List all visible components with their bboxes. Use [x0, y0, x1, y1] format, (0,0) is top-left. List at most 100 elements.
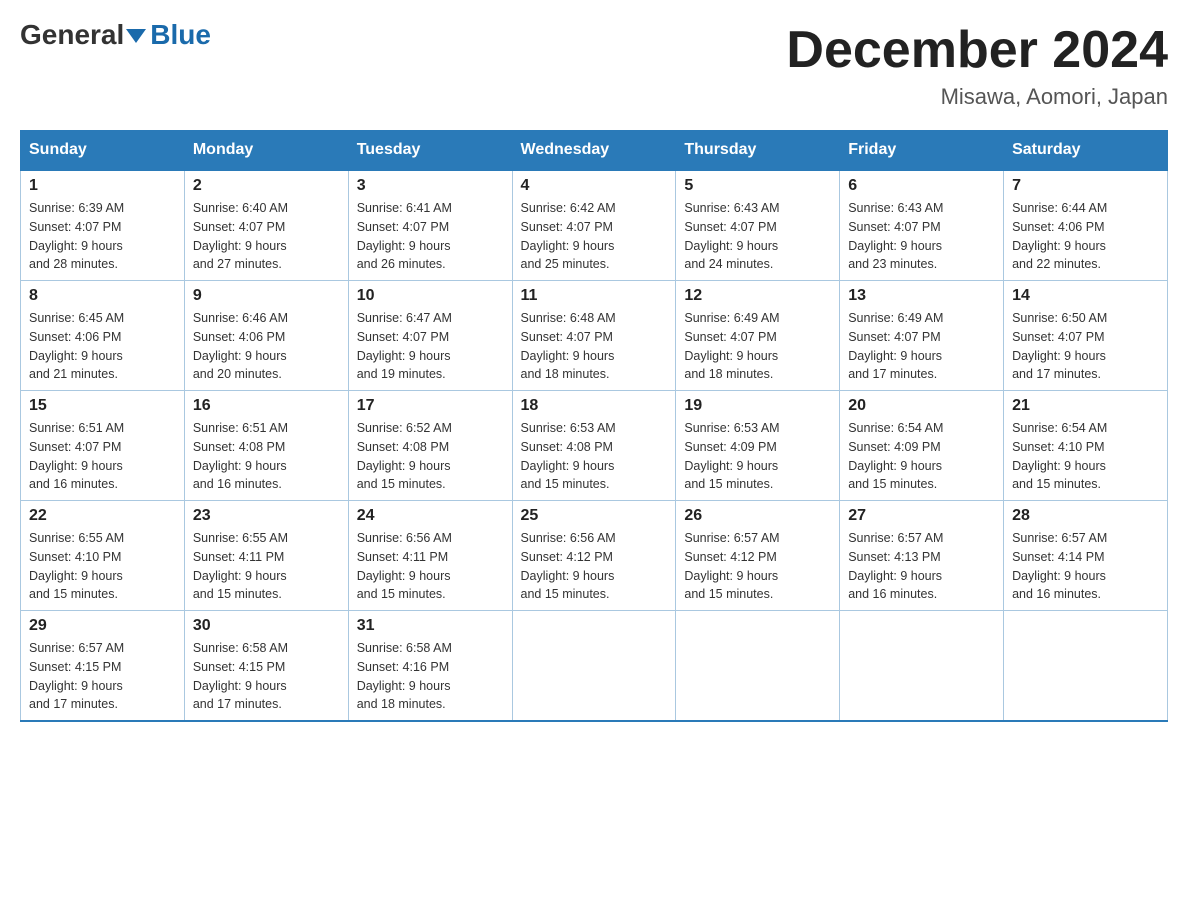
day-number: 11 — [521, 287, 668, 305]
day-info: Sunrise: 6:51 AM Sunset: 4:08 PM Dayligh… — [193, 419, 340, 494]
day-number: 17 — [357, 397, 504, 415]
title-section: December 2024 Misawa, Aomori, Japan — [786, 20, 1168, 110]
col-wednesday: Wednesday — [512, 131, 676, 171]
day-number: 8 — [29, 287, 176, 305]
day-info: Sunrise: 6:54 AM Sunset: 4:09 PM Dayligh… — [848, 419, 995, 494]
day-number: 1 — [29, 177, 176, 195]
table-row: 21 Sunrise: 6:54 AM Sunset: 4:10 PM Dayl… — [1004, 391, 1168, 501]
calendar-header-row: Sunday Monday Tuesday Wednesday Thursday… — [21, 131, 1168, 171]
day-number: 3 — [357, 177, 504, 195]
day-info: Sunrise: 6:58 AM Sunset: 4:16 PM Dayligh… — [357, 639, 504, 714]
day-info: Sunrise: 6:43 AM Sunset: 4:07 PM Dayligh… — [848, 199, 995, 274]
table-row: 24 Sunrise: 6:56 AM Sunset: 4:11 PM Dayl… — [348, 501, 512, 611]
table-row: 7 Sunrise: 6:44 AM Sunset: 4:06 PM Dayli… — [1004, 170, 1168, 281]
day-number: 28 — [1012, 507, 1159, 525]
table-row: 2 Sunrise: 6:40 AM Sunset: 4:07 PM Dayli… — [184, 170, 348, 281]
table-row: 23 Sunrise: 6:55 AM Sunset: 4:11 PM Dayl… — [184, 501, 348, 611]
table-row: 11 Sunrise: 6:48 AM Sunset: 4:07 PM Dayl… — [512, 281, 676, 391]
calendar-week-row: 15 Sunrise: 6:51 AM Sunset: 4:07 PM Dayl… — [21, 391, 1168, 501]
day-number: 6 — [848, 177, 995, 195]
day-info: Sunrise: 6:45 AM Sunset: 4:06 PM Dayligh… — [29, 309, 176, 384]
day-info: Sunrise: 6:40 AM Sunset: 4:07 PM Dayligh… — [193, 199, 340, 274]
day-number: 14 — [1012, 287, 1159, 305]
logo-general-text: General — [20, 20, 124, 51]
table-row: 29 Sunrise: 6:57 AM Sunset: 4:15 PM Dayl… — [21, 611, 185, 722]
day-info: Sunrise: 6:43 AM Sunset: 4:07 PM Dayligh… — [684, 199, 831, 274]
logo: General Blue — [20, 20, 211, 51]
table-row: 25 Sunrise: 6:56 AM Sunset: 4:12 PM Dayl… — [512, 501, 676, 611]
day-number: 13 — [848, 287, 995, 305]
table-row: 9 Sunrise: 6:46 AM Sunset: 4:06 PM Dayli… — [184, 281, 348, 391]
col-tuesday: Tuesday — [348, 131, 512, 171]
col-friday: Friday — [840, 131, 1004, 171]
month-title: December 2024 — [786, 20, 1168, 80]
page-header: General Blue December 2024 Misawa, Aomori… — [20, 20, 1168, 110]
table-row: 1 Sunrise: 6:39 AM Sunset: 4:07 PM Dayli… — [21, 170, 185, 281]
logo-blue-text: Blue — [150, 20, 211, 51]
day-number: 4 — [521, 177, 668, 195]
table-row: 30 Sunrise: 6:58 AM Sunset: 4:15 PM Dayl… — [184, 611, 348, 722]
day-info: Sunrise: 6:44 AM Sunset: 4:06 PM Dayligh… — [1012, 199, 1159, 274]
day-info: Sunrise: 6:47 AM Sunset: 4:07 PM Dayligh… — [357, 309, 504, 384]
col-monday: Monday — [184, 131, 348, 171]
logo-triangle-icon — [126, 29, 146, 43]
table-row: 14 Sunrise: 6:50 AM Sunset: 4:07 PM Dayl… — [1004, 281, 1168, 391]
day-number: 2 — [193, 177, 340, 195]
day-info: Sunrise: 6:49 AM Sunset: 4:07 PM Dayligh… — [848, 309, 995, 384]
day-info: Sunrise: 6:57 AM Sunset: 4:12 PM Dayligh… — [684, 529, 831, 604]
table-row: 17 Sunrise: 6:52 AM Sunset: 4:08 PM Dayl… — [348, 391, 512, 501]
day-info: Sunrise: 6:48 AM Sunset: 4:07 PM Dayligh… — [521, 309, 668, 384]
day-info: Sunrise: 6:41 AM Sunset: 4:07 PM Dayligh… — [357, 199, 504, 274]
table-row: 26 Sunrise: 6:57 AM Sunset: 4:12 PM Dayl… — [676, 501, 840, 611]
day-number: 20 — [848, 397, 995, 415]
col-saturday: Saturday — [1004, 131, 1168, 171]
calendar-table: Sunday Monday Tuesday Wednesday Thursday… — [20, 130, 1168, 722]
day-number: 7 — [1012, 177, 1159, 195]
table-row — [1004, 611, 1168, 722]
day-info: Sunrise: 6:53 AM Sunset: 4:08 PM Dayligh… — [521, 419, 668, 494]
day-info: Sunrise: 6:56 AM Sunset: 4:12 PM Dayligh… — [521, 529, 668, 604]
calendar-week-row: 8 Sunrise: 6:45 AM Sunset: 4:06 PM Dayli… — [21, 281, 1168, 391]
day-info: Sunrise: 6:57 AM Sunset: 4:13 PM Dayligh… — [848, 529, 995, 604]
day-number: 18 — [521, 397, 668, 415]
day-number: 31 — [357, 617, 504, 635]
day-number: 12 — [684, 287, 831, 305]
day-info: Sunrise: 6:51 AM Sunset: 4:07 PM Dayligh… — [29, 419, 176, 494]
day-info: Sunrise: 6:50 AM Sunset: 4:07 PM Dayligh… — [1012, 309, 1159, 384]
table-row: 18 Sunrise: 6:53 AM Sunset: 4:08 PM Dayl… — [512, 391, 676, 501]
day-info: Sunrise: 6:55 AM Sunset: 4:10 PM Dayligh… — [29, 529, 176, 604]
table-row: 4 Sunrise: 6:42 AM Sunset: 4:07 PM Dayli… — [512, 170, 676, 281]
table-row — [512, 611, 676, 722]
day-info: Sunrise: 6:56 AM Sunset: 4:11 PM Dayligh… — [357, 529, 504, 604]
day-number: 22 — [29, 507, 176, 525]
day-info: Sunrise: 6:39 AM Sunset: 4:07 PM Dayligh… — [29, 199, 176, 274]
day-number: 29 — [29, 617, 176, 635]
day-number: 24 — [357, 507, 504, 525]
day-info: Sunrise: 6:49 AM Sunset: 4:07 PM Dayligh… — [684, 309, 831, 384]
day-number: 19 — [684, 397, 831, 415]
table-row: 6 Sunrise: 6:43 AM Sunset: 4:07 PM Dayli… — [840, 170, 1004, 281]
table-row: 28 Sunrise: 6:57 AM Sunset: 4:14 PM Dayl… — [1004, 501, 1168, 611]
table-row: 10 Sunrise: 6:47 AM Sunset: 4:07 PM Dayl… — [348, 281, 512, 391]
day-info: Sunrise: 6:46 AM Sunset: 4:06 PM Dayligh… — [193, 309, 340, 384]
day-number: 15 — [29, 397, 176, 415]
col-thursday: Thursday — [676, 131, 840, 171]
calendar-week-row: 22 Sunrise: 6:55 AM Sunset: 4:10 PM Dayl… — [21, 501, 1168, 611]
day-number: 10 — [357, 287, 504, 305]
day-number: 27 — [848, 507, 995, 525]
table-row: 12 Sunrise: 6:49 AM Sunset: 4:07 PM Dayl… — [676, 281, 840, 391]
table-row: 22 Sunrise: 6:55 AM Sunset: 4:10 PM Dayl… — [21, 501, 185, 611]
logo-text: General Blue — [20, 20, 211, 51]
day-info: Sunrise: 6:42 AM Sunset: 4:07 PM Dayligh… — [521, 199, 668, 274]
table-row: 27 Sunrise: 6:57 AM Sunset: 4:13 PM Dayl… — [840, 501, 1004, 611]
day-info: Sunrise: 6:58 AM Sunset: 4:15 PM Dayligh… — [193, 639, 340, 714]
day-number: 9 — [193, 287, 340, 305]
day-info: Sunrise: 6:55 AM Sunset: 4:11 PM Dayligh… — [193, 529, 340, 604]
col-sunday: Sunday — [21, 131, 185, 171]
table-row: 8 Sunrise: 6:45 AM Sunset: 4:06 PM Dayli… — [21, 281, 185, 391]
day-number: 25 — [521, 507, 668, 525]
day-number: 30 — [193, 617, 340, 635]
day-info: Sunrise: 6:53 AM Sunset: 4:09 PM Dayligh… — [684, 419, 831, 494]
table-row: 13 Sunrise: 6:49 AM Sunset: 4:07 PM Dayl… — [840, 281, 1004, 391]
table-row: 19 Sunrise: 6:53 AM Sunset: 4:09 PM Dayl… — [676, 391, 840, 501]
